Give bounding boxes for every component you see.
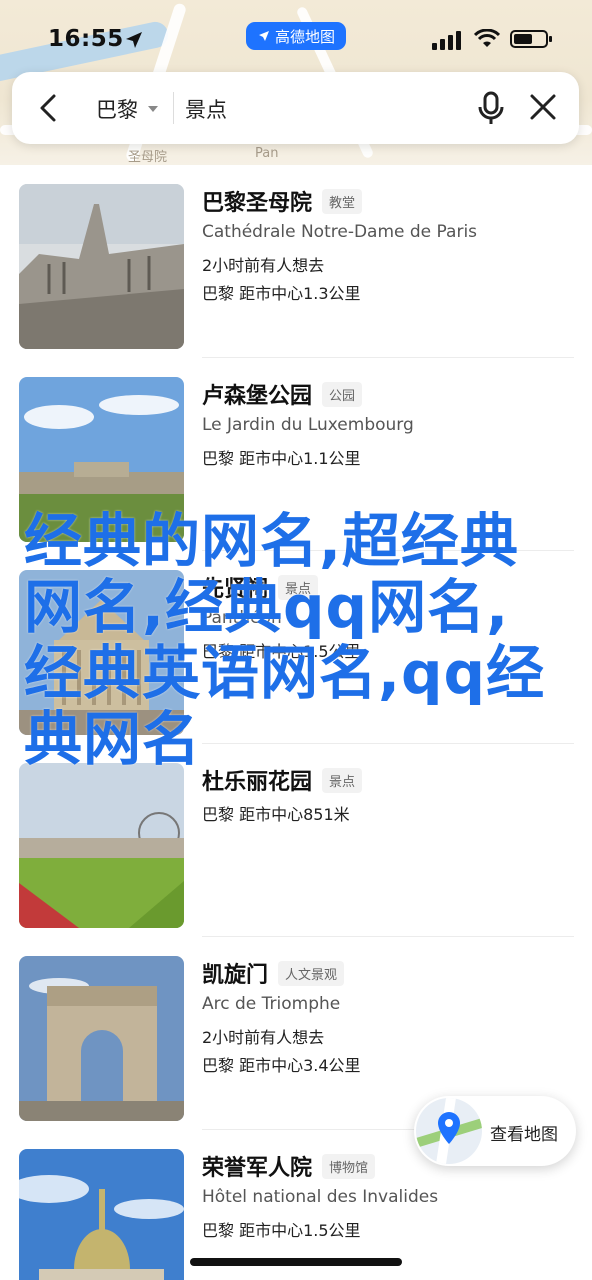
map-label: Pan	[255, 146, 279, 161]
category-tag: 博物馆	[322, 1153, 376, 1179]
search-bar: 巴黎 景点	[12, 72, 579, 144]
battery-icon	[510, 30, 552, 48]
divider	[173, 92, 174, 124]
back-icon[interactable]	[32, 90, 68, 126]
status-bar: 16:55 高德地图	[0, 22, 592, 58]
category-tag: 人文景观	[278, 960, 345, 986]
map-pin-icon	[416, 1098, 482, 1164]
place-meta: 巴黎 距市中心1.5公里	[202, 1221, 361, 1240]
place-name-en: Cathédrale Notre-Dame de Paris	[202, 222, 478, 242]
place-title: 荣誉军人院	[202, 1156, 313, 1181]
place-title: 巴黎圣母院	[202, 191, 313, 216]
cellular-signal-icon	[432, 31, 461, 50]
place-name-en: Hôtel national des Invalides	[202, 1187, 439, 1207]
place-name: 卢森堡公园 公园	[202, 378, 363, 410]
place-meta: 2小时前有人想去	[202, 256, 325, 275]
close-icon[interactable]	[528, 92, 558, 122]
return-to-app-badge[interactable]: 高德地图	[246, 22, 346, 50]
overlay-text: 经典的网名,超经典网名,经典qq网名,经典英语网名,qq经典网名	[24, 507, 546, 773]
tuileries-garden-photo	[19, 763, 184, 928]
city-label: 巴黎	[96, 98, 138, 122]
invalides-photo	[19, 1149, 184, 1280]
microphone-icon[interactable]	[476, 90, 506, 126]
place-meta: 2小时前有人想去	[202, 1028, 325, 1047]
app-badge-label: 高德地图	[274, 27, 335, 46]
notre-dame-photo	[19, 184, 184, 349]
category-tag: 公园	[322, 381, 363, 407]
place-meta: 巴黎 距市中心1.1公里	[202, 449, 361, 468]
home-indicator[interactable]	[190, 1258, 402, 1266]
place-meta: 巴黎 距市中心851米	[202, 805, 350, 824]
wifi-icon	[474, 29, 500, 47]
search-input[interactable]: 景点	[185, 94, 227, 124]
place-name: 巴黎圣母院 教堂	[202, 185, 363, 217]
category-tag: 教堂	[322, 188, 363, 214]
place-name: 凯旋门 人文景观	[202, 957, 345, 989]
place-name-en: Arc de Triomphe	[202, 994, 341, 1014]
location-arrow-icon	[126, 32, 142, 48]
dropdown-caret-icon	[148, 106, 158, 112]
place-title: 凯旋门	[202, 963, 269, 988]
place-meta: 巴黎 距市中心3.4公里	[202, 1056, 361, 1075]
back-arrow-icon	[258, 31, 269, 41]
place-title: 卢森堡公园	[202, 384, 313, 409]
map-label: 圣母院	[128, 150, 168, 165]
list-item[interactable]: 巴黎圣母院 教堂 Cathédrale Notre-Dame de Paris …	[0, 165, 592, 358]
place-name-en: Le Jardin du Luxembourg	[202, 415, 414, 435]
clock: 16:55	[48, 26, 124, 52]
view-map-button[interactable]: 查看地图	[414, 1096, 576, 1166]
place-meta: 巴黎 距市中心1.3公里	[202, 284, 361, 303]
arc-de-triomphe-photo	[19, 956, 184, 1121]
city-selector[interactable]: 巴黎	[96, 94, 158, 124]
place-name: 荣誉军人院 博物馆	[202, 1150, 376, 1182]
view-map-label: 查看地图	[490, 1125, 558, 1145]
